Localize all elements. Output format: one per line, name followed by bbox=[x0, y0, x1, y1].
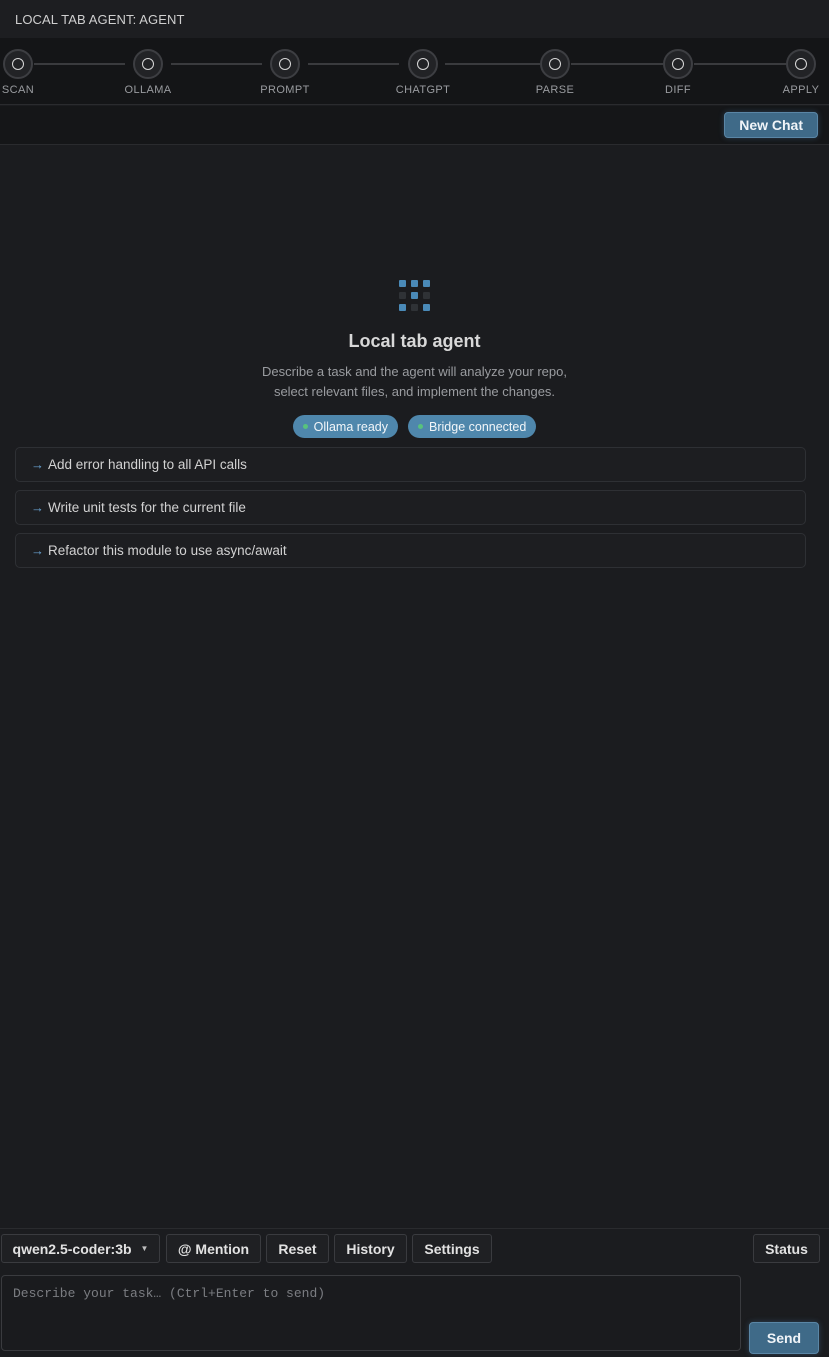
step-status-icon bbox=[540, 49, 570, 79]
settings-button[interactable]: Settings bbox=[412, 1234, 492, 1263]
send-button[interactable]: Send bbox=[749, 1322, 819, 1354]
step-status-icon bbox=[270, 49, 300, 79]
pipeline-step-prompt: PROMPT bbox=[253, 49, 317, 96]
step-status-icon bbox=[3, 49, 33, 79]
status-dot-icon bbox=[302, 424, 308, 429]
suggestion-item[interactable]: → Write unit tests for the current file bbox=[15, 490, 806, 525]
pipeline-step-scan: SCAN bbox=[0, 49, 50, 96]
task-input[interactable] bbox=[1, 1275, 741, 1351]
arrow-right-icon: → bbox=[31, 457, 44, 472]
chat-toolbar: New Chat bbox=[0, 106, 829, 145]
reset-button[interactable]: Reset bbox=[266, 1234, 329, 1263]
caret-down-icon: ▼ bbox=[140, 1244, 149, 1253]
step-status-icon bbox=[408, 49, 438, 79]
status-badges: Ollama ready Bridge connected bbox=[292, 415, 537, 438]
step-status-icon bbox=[786, 49, 816, 79]
suggestion-list: → Add error handling to all API calls → … bbox=[15, 447, 806, 568]
history-button[interactable]: History bbox=[334, 1234, 407, 1263]
bottom-controls: qwen2.5-coder:3b ▼ @ Mention Reset Histo… bbox=[0, 1228, 829, 1269]
mention-button[interactable]: @ Mention bbox=[166, 1234, 261, 1263]
panel-title: LOCAL TAB AGENT: AGENT bbox=[15, 11, 185, 27]
pipeline-step-parse: PARSE bbox=[523, 49, 587, 96]
new-chat-button[interactable]: New Chat bbox=[724, 112, 818, 138]
pipeline-connector bbox=[308, 63, 399, 65]
pipeline-step-apply: APPLY bbox=[769, 49, 829, 96]
empty-state-description: Describe a task and the agent will analy… bbox=[262, 364, 567, 399]
pipeline-step-chatgpt: CHATGPT bbox=[391, 49, 455, 96]
bridge-status-badge: Bridge connected bbox=[408, 415, 537, 438]
pipeline-connector bbox=[171, 63, 262, 65]
agent-panel: LOCAL TAB AGENT: AGENT SCAN OLLAMA PROMP… bbox=[0, 0, 829, 1357]
suggestion-item[interactable]: → Refactor this module to use async/awai… bbox=[15, 533, 806, 568]
pipeline-step-ollama: OLLAMA bbox=[116, 49, 180, 96]
ollama-status-badge: Ollama ready bbox=[292, 415, 399, 438]
step-status-icon bbox=[663, 49, 693, 79]
model-select[interactable]: qwen2.5-coder:3b ▼ bbox=[1, 1234, 160, 1263]
empty-state-title: Local tab agent bbox=[348, 331, 481, 351]
status-button[interactable]: Status bbox=[753, 1234, 820, 1263]
status-dot-icon bbox=[418, 424, 424, 429]
empty-state: Local tab agent Describe a task and the … bbox=[0, 280, 829, 438]
suggestion-item[interactable]: → Add error handling to all API calls bbox=[15, 447, 806, 482]
pipeline-steps: SCAN OLLAMA PROMPT CHATGPT PARSE DIFF AP… bbox=[0, 38, 829, 105]
agent-logo-icon bbox=[399, 280, 430, 311]
arrow-right-icon: → bbox=[31, 543, 44, 558]
pipeline-step-diff: DIFF bbox=[646, 49, 710, 96]
panel-header: LOCAL TAB AGENT: AGENT bbox=[0, 0, 829, 38]
step-status-icon bbox=[133, 49, 163, 79]
arrow-right-icon: → bbox=[31, 500, 44, 515]
